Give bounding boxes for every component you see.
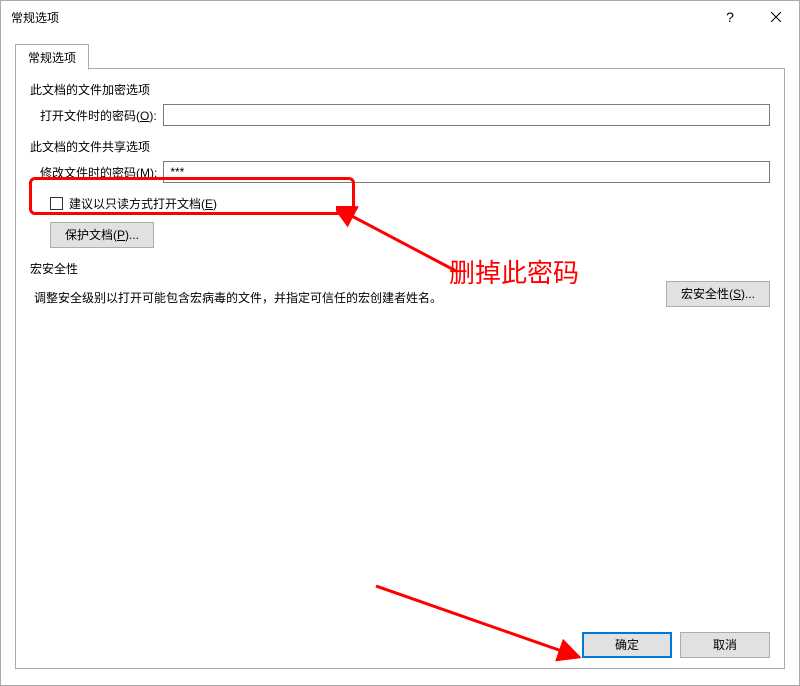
readonly-checkbox[interactable]: [50, 197, 63, 210]
cancel-button[interactable]: 取消: [680, 632, 770, 658]
macro-security-button[interactable]: 宏安全性(S)...: [666, 281, 770, 307]
tab-general[interactable]: 常规选项: [15, 44, 89, 70]
ok-button[interactable]: 确定: [582, 632, 672, 658]
readonly-label: 建议以只读方式打开文档(E): [69, 195, 217, 212]
open-password-label: 打开文件时的密码(O):: [40, 107, 157, 124]
macro-description: 调整安全级别以打开可能包含宏病毒的文件，并指定可信任的宏创建者姓名。: [34, 289, 442, 306]
share-section-header: 此文档的文件共享选项: [30, 138, 770, 155]
modify-password-label: 修改文件时的密码(M):: [40, 164, 157, 181]
help-button[interactable]: ?: [707, 1, 753, 33]
encrypt-section-header: 此文档的文件加密选项: [30, 81, 770, 98]
protect-document-button[interactable]: 保护文档(P)...: [50, 222, 154, 248]
window-title: 常规选项: [11, 9, 59, 26]
macro-section-header: 宏安全性: [30, 260, 770, 277]
modify-password-input[interactable]: [163, 161, 770, 183]
open-password-input[interactable]: [163, 104, 770, 126]
close-button[interactable]: [753, 1, 799, 33]
